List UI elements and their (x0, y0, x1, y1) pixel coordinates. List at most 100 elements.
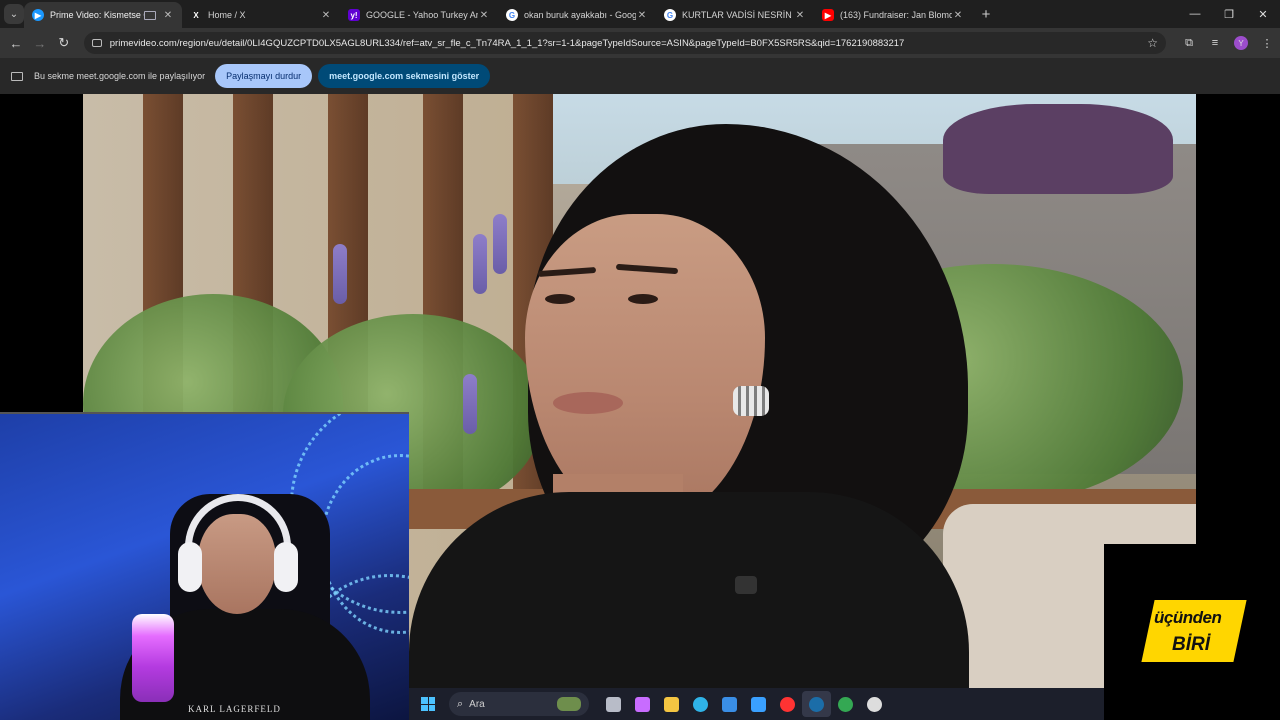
earring (733, 386, 769, 416)
video-player[interactable]: KARL LAGERFELD üçünden BİRİ ⌕ Ara (0, 94, 1280, 720)
tab-close-icon[interactable]: ✕ (636, 10, 648, 21)
file-explorer-taskbar-button[interactable] (657, 696, 686, 712)
task-view-icon (606, 696, 621, 712)
lavender-flower (463, 374, 477, 434)
minimize-button[interactable]: — (1178, 8, 1212, 20)
start-button[interactable] (413, 697, 443, 711)
headphone-cup (274, 542, 298, 592)
window-controls: — ❐ ✕ (1178, 0, 1280, 28)
tab-close-icon[interactable]: ✕ (478, 10, 490, 21)
profile-avatar[interactable]: Y (1234, 36, 1249, 50)
tab-close-icon[interactable]: ✕ (952, 10, 964, 21)
lips (553, 392, 623, 414)
stop-sharing-button[interactable]: Paylaşmayı durdur (215, 64, 313, 88)
steam-taskbar-button[interactable] (802, 691, 831, 717)
headphone-cup (178, 542, 202, 592)
tab-2[interactable]: X Home / X ✕ (182, 2, 340, 28)
tab-title: Prime Video: Kismetse Olur (50, 10, 144, 20)
tab-strip: ⌄ ▶ Prime Video: Kismetse Olur ✕ X Home / X ✕… (0, 0, 1280, 28)
photos-icon (751, 696, 766, 712)
tab-close-icon[interactable]: ✕ (794, 10, 806, 21)
yandex-icon (780, 696, 795, 712)
tab-title: (163) Fundraiser: Jan Blomqvist (840, 10, 952, 20)
address-bar[interactable]: primevideo.com/region/eu/detail/0LI4GQUZ… (83, 32, 1167, 54)
lavender-flower (333, 244, 347, 304)
file-explorer-icon (664, 696, 679, 712)
taskbar: ⌕ Ara (409, 688, 1104, 720)
bookmark-star-icon[interactable]: ☆ (1147, 36, 1158, 50)
show-meet-tab-button[interactable]: meet.google.com sekmesini göster (318, 64, 491, 88)
google-icon: G (664, 9, 676, 21)
chrome-icon (838, 696, 853, 712)
shirt-print: KARL LAGERFELD (188, 704, 281, 714)
tab-title: okan buruk ayakkabı - Google'da Ara (524, 10, 636, 20)
lapel-mic (735, 576, 757, 594)
screen-share-bar: Bu sekme meet.google.com ile paylaşılıyo… (0, 58, 1280, 94)
share-status-text: Bu sekme meet.google.com ile paylaşılıyo… (34, 71, 206, 81)
navigation-bar: ← → ↻ primevideo.com/region/eu/detail/0L… (0, 28, 1280, 58)
lavender-flower (493, 214, 507, 274)
new-tab-button[interactable]: + (976, 6, 996, 23)
prime-video-icon: ▶ (32, 9, 44, 21)
edge-taskbar-button[interactable] (686, 696, 715, 712)
obs-taskbar-button[interactable] (860, 696, 889, 712)
tab-3[interactable]: y! GOOGLE - Yahoo Turkey Arama✕ (340, 2, 498, 28)
webcam-overlay: KARL LAGERFELD (0, 412, 409, 720)
tab-close-icon[interactable]: ✕ (320, 10, 332, 21)
search-icon: ⌕ (457, 697, 464, 710)
steam-icon (809, 696, 824, 712)
screen: ⌄ ▶ Prime Video: Kismetse Olur ✕ X Home / X ✕… (0, 0, 1280, 720)
tab-title: KURTLAR VADİSİ NESRİN - Google (682, 10, 794, 20)
logo-text-top: üçünden (1154, 608, 1222, 627)
extensions-icon[interactable]: ⧉ (1176, 37, 1202, 50)
eye (628, 294, 658, 304)
google-icon: G (506, 9, 518, 21)
copilot-taskbar-button[interactable] (628, 696, 657, 712)
tab-search-button[interactable]: ⌄ (4, 4, 24, 24)
tab-4[interactable]: Gokan buruk ayakkabı - Google'da Ara✕ (498, 2, 656, 28)
media-control-icon[interactable]: ≡ (1202, 37, 1228, 49)
toolbar-buttons: ⧉ ≡ Y ⋮ (1176, 36, 1280, 50)
back-button[interactable]: ← (4, 36, 28, 51)
tab-5[interactable]: G KURTLAR VADİSİ NESRİN - Google✕ (656, 2, 814, 28)
x-icon: X (193, 10, 199, 20)
url-text[interactable]: primevideo.com/region/eu/detail/0LI4GQUZ… (110, 38, 1147, 49)
tab-close-icon[interactable]: ✕ (162, 10, 174, 21)
lavender-flower (473, 234, 487, 294)
screen-share-icon (11, 71, 23, 81)
chrome-taskbar-button[interactable] (831, 696, 860, 712)
yandex-taskbar-button[interactable] (773, 696, 802, 712)
site-info-icon[interactable] (91, 39, 102, 47)
black-shirt (409, 492, 969, 720)
background-pillow (943, 104, 1173, 194)
copilot-icon (635, 696, 650, 712)
taskbar-apps (599, 691, 889, 717)
tab-title: Home / X (208, 10, 246, 20)
maximize-button[interactable]: ❐ (1212, 8, 1246, 21)
obs-icon (867, 696, 882, 712)
tab-1[interactable]: ▶ Prime Video: Kismetse Olur ✕ (24, 2, 182, 28)
youtube-icon: ▶ (822, 9, 834, 21)
eye (545, 294, 575, 304)
forward-button[interactable]: → (28, 36, 52, 51)
rgb-lamp (132, 614, 174, 702)
edge-icon (693, 696, 708, 712)
windows-icon (421, 697, 435, 711)
tab-sharing-icon (144, 10, 156, 20)
close-window-button[interactable]: ✕ (1246, 8, 1280, 21)
tab-list: ▶Prime Video: Kismetse Olur✕XHome / X✕y!… (24, 0, 972, 28)
store-icon (722, 696, 737, 712)
taskbar-search[interactable]: ⌕ Ara (449, 692, 589, 716)
search-highlight-icon (557, 697, 581, 711)
logo-text-bottom: BİRİ (1172, 634, 1210, 655)
store-taskbar-button[interactable] (715, 696, 744, 712)
search-label: Ara (469, 698, 485, 710)
reload-button[interactable]: ↻ (52, 35, 76, 51)
yahoo-icon: y! (348, 9, 360, 21)
show-logo: üçünden BİRİ (1104, 544, 1280, 720)
task-view-taskbar-button[interactable] (599, 696, 628, 712)
photos-taskbar-button[interactable] (744, 696, 773, 712)
menu-icon[interactable]: ⋮ (1254, 37, 1280, 50)
tab-title: GOOGLE - Yahoo Turkey Arama (366, 10, 478, 20)
tab-6[interactable]: ▶ (163) Fundraiser: Jan Blomqvist✕ (814, 2, 972, 28)
